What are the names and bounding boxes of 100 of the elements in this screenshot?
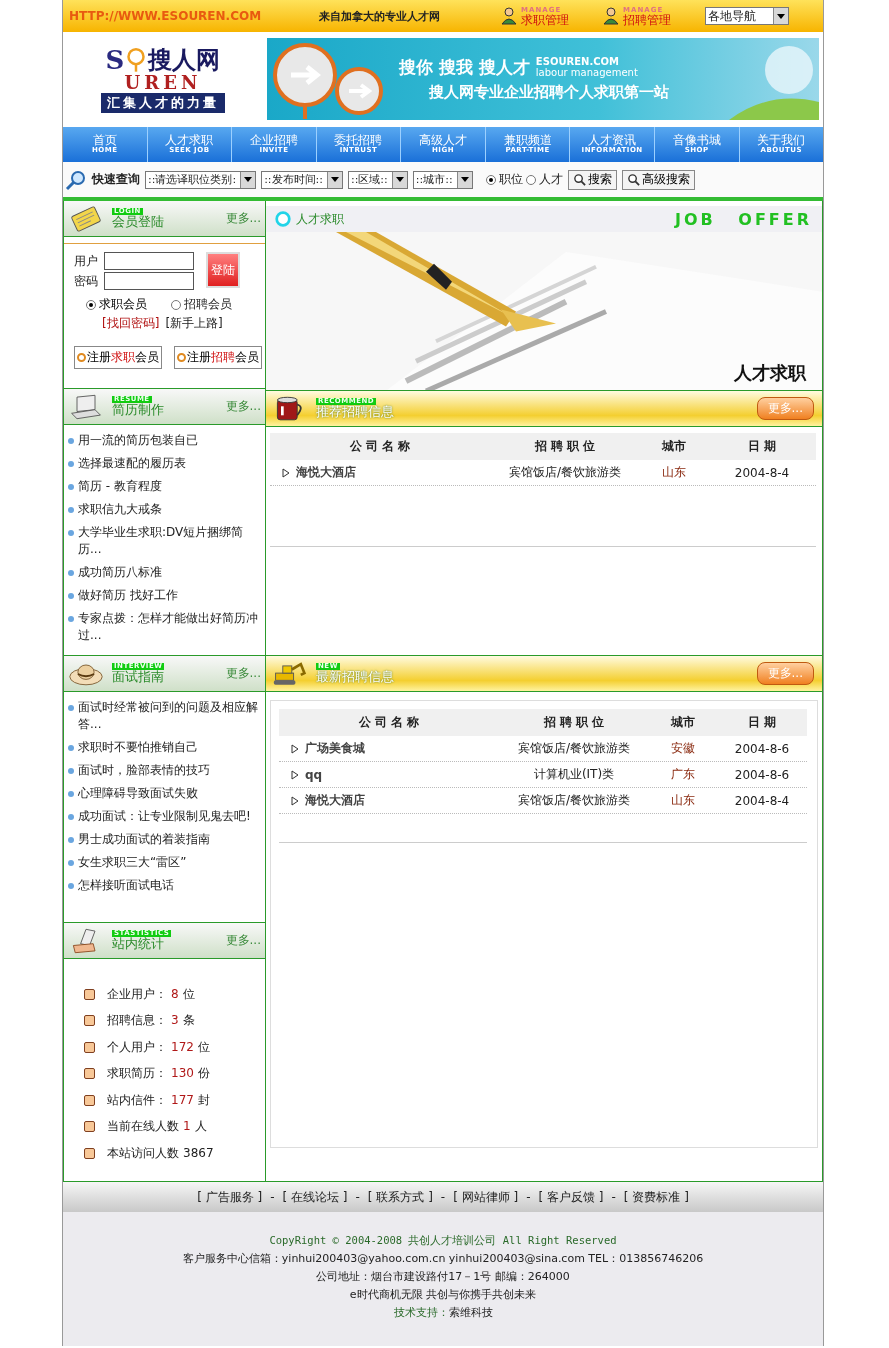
column-header: 日 期 — [746, 714, 778, 731]
text-link[interactable]: [找回密码] — [102, 315, 160, 332]
banner-domain: ESOUREN.COM — [535, 56, 620, 67]
article-link[interactable]: 做好简历 找好工作 — [78, 587, 178, 604]
footer-link[interactable]: [ 资费标准 ] — [623, 1188, 689, 1206]
section-title: 会员登陆 — [112, 215, 164, 229]
footer-link[interactable]: [ 网站律师 ] — [453, 1188, 519, 1206]
separator-text: - — [526, 1190, 531, 1204]
article-link[interactable]: 成功简历八标准 — [78, 564, 162, 581]
article-link[interactable]: 面试时，脸部表情的技巧 — [78, 762, 210, 779]
footer-link[interactable]: [ 联系方式 ] — [367, 1188, 433, 1206]
separator-text: - — [440, 1190, 446, 1204]
article-link[interactable]: 女生求职三大“雷区” — [78, 854, 187, 871]
article-link[interactable]: 专家点拨：怎样才能做出好简历冲过... — [78, 610, 263, 644]
field-label: 用户 — [74, 252, 98, 270]
section-title: 站内统计 — [112, 937, 165, 951]
member-type-radio[interactable]: 求职会员 — [86, 296, 147, 313]
separator-text: - — [611, 1190, 616, 1204]
dropdown-arrow-icon — [777, 13, 785, 19]
excavator-icon — [272, 659, 308, 688]
article-link[interactable]: 心理障碍导致面试失败 — [78, 785, 198, 802]
input-field[interactable] — [104, 252, 194, 270]
section-title: 面试指南 — [112, 670, 165, 684]
article-link[interactable]: 大学毕业生求职:DV短片捆绑简历... — [78, 524, 263, 558]
article-link[interactable]: 男士成功面试的着装指南 — [78, 831, 210, 848]
bullet-icon — [84, 1015, 95, 1027]
banner-slogan: 搜你 搜我 搜人才 — [399, 55, 530, 79]
footer-link[interactable]: [ 广告服务 ] — [197, 1188, 263, 1206]
filter-select[interactable]: ::发布时间:: — [261, 170, 343, 189]
more-link[interactable]: 更多... — [225, 210, 261, 227]
separator-text: - — [270, 1190, 275, 1204]
article-link[interactable]: 成功面试：让专业限制见鬼去吧! — [78, 808, 251, 825]
user-icon — [603, 7, 619, 25]
article-link[interactable]: 求职信九大戒条 — [78, 501, 162, 518]
article-link[interactable]: 用一流的简历包装自已 — [78, 432, 198, 449]
text-link[interactable]: [新手上路] — [165, 315, 223, 332]
article-link[interactable]: 简历 - 教育程度 — [78, 478, 162, 495]
filter-select[interactable]: ::请选译职位类别: — [145, 170, 257, 189]
article-link[interactable]: 选择最速配的履历表 — [78, 455, 186, 472]
table-cell-text: 安徽 — [670, 740, 696, 757]
footer-link[interactable]: [ 在线论坛 ] — [282, 1188, 348, 1206]
user-icon — [501, 7, 517, 25]
magnifier-icon — [126, 47, 147, 73]
region-select[interactable]: 各地导航 — [705, 7, 789, 25]
footer-link[interactable]: [ 客户反馈 ] — [538, 1188, 604, 1206]
member-type-radio[interactable]: 招聘会员 — [171, 296, 232, 313]
article-link[interactable]: 怎样接听面试电话 — [78, 877, 174, 894]
quick-search-label: 快速查询 — [92, 171, 140, 188]
section-title: 推荐招聘信息 — [316, 405, 394, 419]
article-link[interactable]: 求职时不要怕推销自己 — [78, 739, 198, 756]
dropdown-arrow-icon — [395, 177, 404, 182]
stat-item: 企业用户： 8 位 — [107, 985, 195, 1003]
company-link[interactable]: 海悦大酒店 — [305, 792, 365, 809]
bullet-icon — [84, 1068, 95, 1080]
bullet-icon — [84, 1041, 95, 1053]
triangle-icon — [282, 467, 290, 478]
site-logo: S 搜人网 UREN 汇集人才的力量 — [63, 44, 263, 113]
more-link[interactable]: 更多... — [225, 932, 261, 949]
search-button[interactable]: 高级搜索 — [621, 169, 695, 190]
footer-text: 公司地址：烟台市建设路付17－1号 邮编：264000 — [316, 1269, 570, 1284]
company-link[interactable]: qq — [305, 767, 323, 782]
filter-select[interactable]: ::城市:: — [412, 170, 473, 189]
support-text: 技术支持：索维科技 — [393, 1305, 493, 1320]
table-cell-text: 2004-8-6 — [733, 741, 791, 756]
more-link[interactable]: 更多... — [225, 665, 261, 682]
column-header: 公 司 名 称 — [348, 438, 412, 455]
laptop-icon — [68, 392, 104, 421]
register-button[interactable]: 注册求职会员 — [74, 346, 162, 369]
section-title: 简历制作 — [112, 403, 164, 417]
search-type-radio[interactable]: 职位 — [485, 171, 523, 188]
tagline: 来自加拿大的专业人才网 — [319, 8, 441, 24]
column-header: 招 聘 职 位 — [533, 438, 597, 455]
table-cell-text: 宾馆饭店/餐饮旅游类 — [516, 740, 631, 757]
column-header: 城市 — [669, 714, 696, 731]
login-button[interactable]: 登陆 — [206, 252, 240, 288]
bullet-icon — [84, 1147, 95, 1159]
article-link[interactable]: 面试时经常被问到的问题及相应解答... — [78, 699, 263, 733]
ring-icon — [274, 210, 292, 228]
triangle-icon — [291, 795, 299, 806]
copyright-text: CopyRight © 2004-2008 共创人才培训公司 All Right Reserved — [269, 1234, 617, 1248]
search-icon — [626, 173, 640, 186]
triangle-icon — [291, 769, 299, 780]
search-type-radio[interactable]: 人才 — [525, 171, 563, 188]
stat-item: 当前在线人数 1 人 — [107, 1118, 207, 1136]
filter-select[interactable]: ::区域:: — [347, 170, 408, 189]
triangle-icon — [291, 743, 299, 754]
company-link[interactable]: 海悦大酒店 — [296, 464, 356, 481]
register-button[interactable]: 注册招聘会员 — [174, 346, 262, 369]
stat-item: 站内信件： 177 封 — [107, 1091, 210, 1109]
bullet-icon — [84, 1121, 95, 1133]
more-link[interactable]: 更多... — [225, 398, 261, 415]
input-field[interactable] — [104, 272, 194, 290]
footer-text: 客户服务中心信箱：yinhui200403@yahoo.com.cn yinhui200403@sina.com TEL：013856746206 — [182, 1251, 704, 1266]
table-cell-text: 宾馆饭店/餐饮旅游类 — [507, 464, 622, 481]
table-cell-text: 山东 — [670, 792, 696, 809]
bullet-icon — [84, 988, 95, 1000]
search-button[interactable]: 搜索 — [567, 169, 617, 190]
column-header: 公 司 名 称 — [357, 714, 421, 731]
company-link[interactable]: 广场美食城 — [305, 740, 365, 757]
footer-text: e时代商机无限 共创与你携手共创未来 — [349, 1287, 537, 1302]
